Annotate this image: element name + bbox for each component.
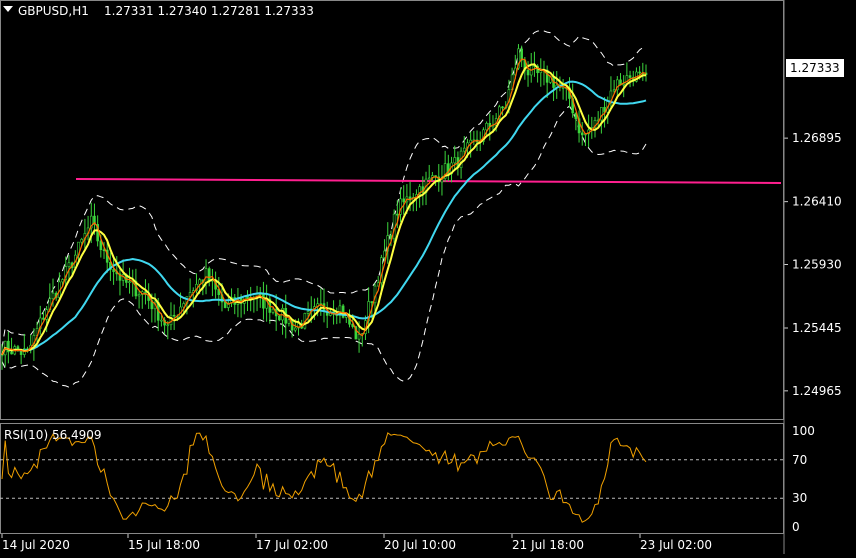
candle-body — [169, 314, 173, 326]
rsi-panel-frame — [0, 423, 784, 534]
candle-body — [61, 279, 64, 283]
candle-body — [67, 262, 71, 267]
candle-body — [580, 132, 584, 136]
rsi-tick-label: 100 — [792, 424, 815, 438]
price-tick-label: 1.25445 — [792, 321, 842, 335]
time-tick-label: 17 Jul 02:00 — [256, 538, 328, 552]
price-tick-label: 1.26895 — [792, 131, 842, 145]
rsi-tick-label: 0 — [792, 520, 800, 534]
candle-body — [294, 327, 297, 331]
symbol-label: GBPUSD,H1 — [18, 4, 89, 18]
candle-body — [561, 87, 565, 89]
candle-body — [42, 317, 45, 320]
candle-body — [370, 301, 374, 304]
candle-body — [485, 122, 488, 131]
rsi-tick-label: 30 — [792, 491, 807, 505]
candle-body — [172, 314, 176, 317]
candle-body — [501, 106, 504, 109]
candle-body — [402, 198, 406, 203]
time-tick-label: 20 Jul 10:00 — [384, 538, 456, 552]
chart-area[interactable]: 1.26895 1.26410 1.25930 1.25445 1.24965 14 Ju… — [0, 0, 856, 558]
candle-body — [223, 301, 227, 308]
candle-body — [628, 75, 632, 78]
candle-body — [427, 177, 431, 180]
rsi-line — [1, 432, 647, 523]
time-tick-label: 23 Jul 02:00 — [640, 538, 712, 552]
rsi-tick-label: 70 — [792, 453, 807, 467]
candle-body — [271, 308, 275, 313]
candle-body — [99, 240, 103, 251]
candle-body — [622, 83, 625, 86]
chart-canvas[interactable]: 1.26895 1.26410 1.25930 1.25445 1.24965 14 Ju… — [0, 0, 856, 554]
candle-body — [160, 319, 163, 322]
candle-body — [262, 293, 265, 309]
rsi-label: RSI(10) 56.4909 — [4, 428, 102, 442]
time-tick-label: 14 Jul 2020 — [2, 538, 70, 552]
price-tick-label: 1.26410 — [792, 195, 842, 209]
candle-body — [112, 269, 115, 272]
support-level-line — [75, 178, 782, 184]
candle-body — [383, 250, 386, 258]
candle-body — [396, 213, 399, 216]
time-tick-label: 21 Jul 18:00 — [512, 538, 584, 552]
candle-body — [246, 296, 249, 299]
candle-body — [166, 324, 170, 327]
candle-body — [638, 71, 641, 74]
time-tick-label: 15 Jul 18:00 — [128, 538, 200, 552]
candle-body — [128, 281, 131, 283]
candle-body — [462, 147, 466, 152]
candle-body — [207, 268, 211, 282]
candle-body — [137, 294, 141, 297]
candle-body — [204, 268, 208, 283]
lower-band-line — [1, 105, 647, 388]
price-tick-label: 1.25930 — [792, 257, 842, 271]
candle-body — [453, 157, 457, 164]
chart-menu-arrow-icon[interactable] — [3, 6, 13, 12]
candle-body — [51, 292, 55, 300]
candle-body — [306, 311, 310, 314]
current-price-tag: 1.27333 — [786, 59, 844, 77]
candle-body — [10, 351, 13, 355]
candle-body — [612, 89, 616, 92]
main-panel-frame — [0, 0, 784, 420]
candle-body — [357, 334, 361, 340]
price-tick-label: 1.24965 — [792, 384, 842, 398]
candle-body — [526, 69, 530, 76]
candle-body — [278, 315, 281, 321]
ohlc-values: 1.27331 1.27340 1.27281 1.27333 — [104, 4, 314, 18]
candle-body — [80, 238, 84, 243]
